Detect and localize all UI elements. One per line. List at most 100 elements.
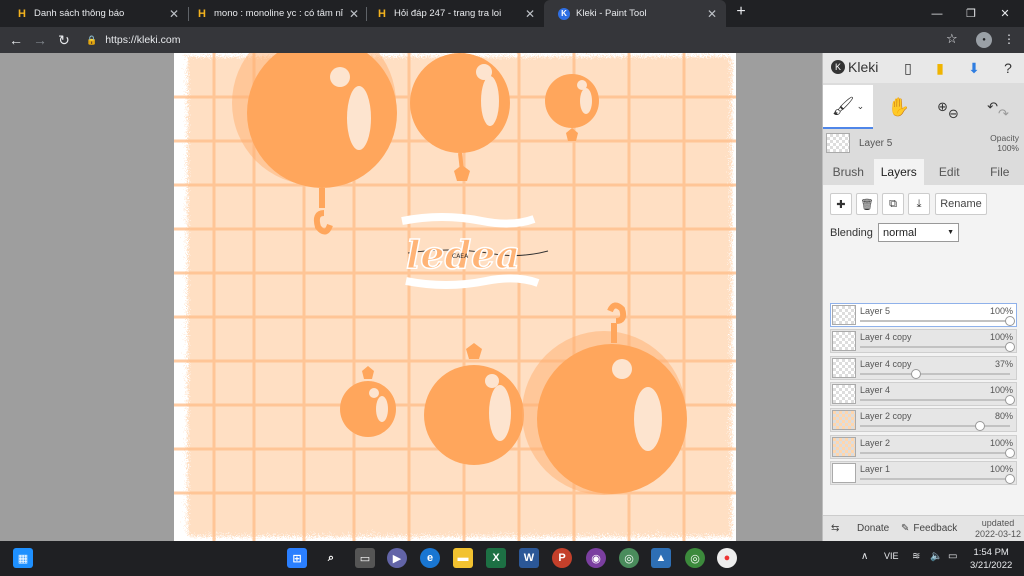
redo-icon[interactable]: ↷	[998, 106, 1009, 122]
layer-opacity-knob[interactable]	[910, 368, 921, 379]
photos-icon[interactable]: ▲	[651, 548, 671, 568]
volume-icon[interactable]: 🔈	[930, 551, 942, 562]
chrome-icon[interactable]: ◎	[619, 548, 639, 568]
brush-tool-button[interactable]: 🖌 ⌄	[823, 85, 873, 129]
tab-layers[interactable]: Layers	[873, 159, 924, 185]
panel-tabs: Brush Layers Edit File	[823, 159, 1024, 185]
layer-row[interactable]: Layer 2 100%	[830, 434, 1017, 459]
layer-opacity-knob[interactable]	[1005, 473, 1015, 484]
browser-tab-strip: H Danh sách thông báo ✕ H mono : monolin…	[0, 0, 1024, 27]
kleki-logo[interactable]: K Kleki	[831, 59, 878, 75]
battery-icon[interactable]: ▭	[948, 551, 957, 562]
layer-opacity-slider[interactable]	[860, 320, 1010, 322]
close-icon[interactable]: ✕	[166, 7, 182, 21]
file-explorer-icon[interactable]: ▬	[453, 548, 473, 568]
layer-opacity-knob[interactable]	[1005, 394, 1015, 405]
drawing-canvas[interactable]: ledea CAEA	[174, 53, 736, 541]
layer-opacity-value: 100%	[989, 384, 1013, 395]
layer-opacity-slider[interactable]	[860, 372, 1010, 375]
start-icon[interactable]: ⊞	[287, 548, 307, 568]
feedback-label: Feedback	[913, 523, 958, 534]
rename-layer-button[interactable]: Rename	[935, 193, 987, 215]
close-icon[interactable]: ✕	[704, 7, 720, 21]
tab-brush[interactable]: Brush	[823, 159, 874, 185]
browser-tab-3[interactable]: H Hỏi đáp 247 - trang tra loi ✕	[362, 0, 544, 27]
layer-opacity-knob[interactable]	[1005, 447, 1015, 458]
feedback-button[interactable]: ✎ Feedback	[901, 523, 957, 534]
layer-row[interactable]: Layer 1 100%	[830, 460, 1017, 485]
merge-down-icon: ⤓	[916, 197, 922, 210]
close-window-button[interactable]: ✕	[988, 0, 1022, 27]
wifi-icon[interactable]: ≋	[912, 551, 920, 562]
layer-opacity-knob[interactable]	[975, 421, 985, 432]
bookmark-star-icon[interactable]: ☆	[946, 31, 958, 47]
new-tab-button[interactable]: +	[732, 3, 750, 23]
lock-icon[interactable]: 🔒	[86, 35, 97, 46]
open-image-icon[interactable]: ▮	[931, 59, 949, 77]
chat-icon[interactable]: ▶	[387, 548, 407, 568]
add-layer-button[interactable]: ✚	[830, 193, 852, 215]
hand-icon: ✋	[887, 96, 911, 117]
zoom-out-icon[interactable]: ⊖	[948, 106, 959, 122]
layer-opacity-knob[interactable]	[1005, 342, 1015, 353]
browser-tab-4-active[interactable]: K Kleki - Paint Tool ✕	[544, 0, 726, 27]
layer-opacity-slider[interactable]	[860, 477, 1010, 480]
powerpoint-icon[interactable]: P	[552, 548, 572, 568]
menu-kebab-icon[interactable]: ⋮	[1003, 32, 1015, 46]
layer-row[interactable]: Layer 5 100%	[830, 303, 1017, 327]
chrome-profile-icon[interactable]: ◎	[685, 548, 705, 568]
layer-opacity-slider[interactable]	[860, 398, 1010, 401]
h-logo-icon: H	[18, 7, 26, 20]
layer-row[interactable]: Layer 4 copy 37%	[830, 355, 1017, 380]
layer-row[interactable]: Layer 4 100%	[830, 381, 1017, 406]
tab-file[interactable]: File	[975, 159, 1024, 185]
help-icon[interactable]: ?	[999, 59, 1017, 77]
hand-tool-button[interactable]: ✋	[877, 85, 921, 129]
clock-time: 1:54 PM	[973, 547, 1009, 558]
undo-icon[interactable]: ↶	[987, 99, 998, 115]
language-indicator[interactable]: VIE	[884, 551, 899, 561]
browser-tab-2[interactable]: H mono : monoline yc : có tâm nỉ : ✕	[182, 0, 368, 27]
layer-opacity-slider[interactable]	[860, 451, 1010, 454]
tab-edit[interactable]: Edit	[924, 159, 975, 185]
minimize-button[interactable]: —	[920, 0, 954, 27]
delete-layer-button[interactable]: 🗑	[856, 193, 878, 215]
donate-button[interactable]: Donate	[857, 523, 889, 534]
blending-select[interactable]: normal ▼	[878, 223, 959, 242]
browser-tab-1[interactable]: H Danh sách thông báo ✕	[2, 0, 188, 27]
task-view-icon[interactable]: ▭	[355, 548, 375, 568]
layer-opacity-slider[interactable]	[860, 346, 1010, 349]
app-icon-red[interactable]: ●	[717, 548, 737, 568]
new-image-icon[interactable]: ▯	[899, 59, 917, 77]
close-icon[interactable]: ✕	[522, 7, 538, 21]
reload-button[interactable]: ↻	[55, 31, 73, 49]
tray-chevron-icon[interactable]: ∧	[861, 551, 868, 562]
merge-layer-button[interactable]: ⤓	[908, 193, 930, 215]
tool-selector: 🖌 ⌄ ✋ ⊕ ⊖ ↶ ↷	[823, 85, 1024, 129]
forward-button[interactable]: →	[31, 31, 49, 49]
profile-avatar[interactable]: ●	[976, 32, 992, 48]
restore-button[interactable]: ❐	[954, 0, 988, 27]
layer-row[interactable]: Layer 2 copy 80%	[830, 408, 1017, 433]
close-icon[interactable]: ✕	[346, 7, 362, 21]
edge-icon[interactable]: e	[420, 548, 440, 568]
search-icon[interactable]: ⌕	[321, 548, 341, 568]
word-icon[interactable]: W	[519, 548, 539, 568]
layer-row[interactable]: Layer 4 copy 100%	[830, 329, 1017, 354]
app-icon-purple[interactable]: ◉	[586, 548, 606, 568]
widgets-icon[interactable]: ▦	[13, 548, 33, 568]
kleki-logo-text: Kleki	[848, 59, 879, 75]
swap-panel-icon[interactable]: ⇆	[831, 523, 839, 534]
download-icon[interactable]: ⬇	[965, 59, 983, 77]
zoom-tool-button[interactable]: ⊕ ⊖	[925, 85, 971, 129]
layer-opacity-slider[interactable]	[860, 425, 1010, 428]
address-bar: ← → ↻ 🔒 https://kleki.com ☆ ● ⋮	[0, 27, 1024, 53]
duplicate-layer-button[interactable]: ⧉	[882, 193, 904, 215]
back-button[interactable]: ←	[7, 31, 25, 49]
layer-opacity-knob[interactable]	[1005, 316, 1015, 326]
blending-value: normal	[883, 226, 917, 239]
url-field[interactable]: 🔒 https://kleki.com	[86, 32, 181, 48]
system-clock[interactable]: 1:54 PM 3/21/2022	[970, 546, 1012, 572]
zoom-in-icon[interactable]: ⊕	[937, 99, 948, 115]
excel-icon[interactable]: X	[486, 548, 506, 568]
